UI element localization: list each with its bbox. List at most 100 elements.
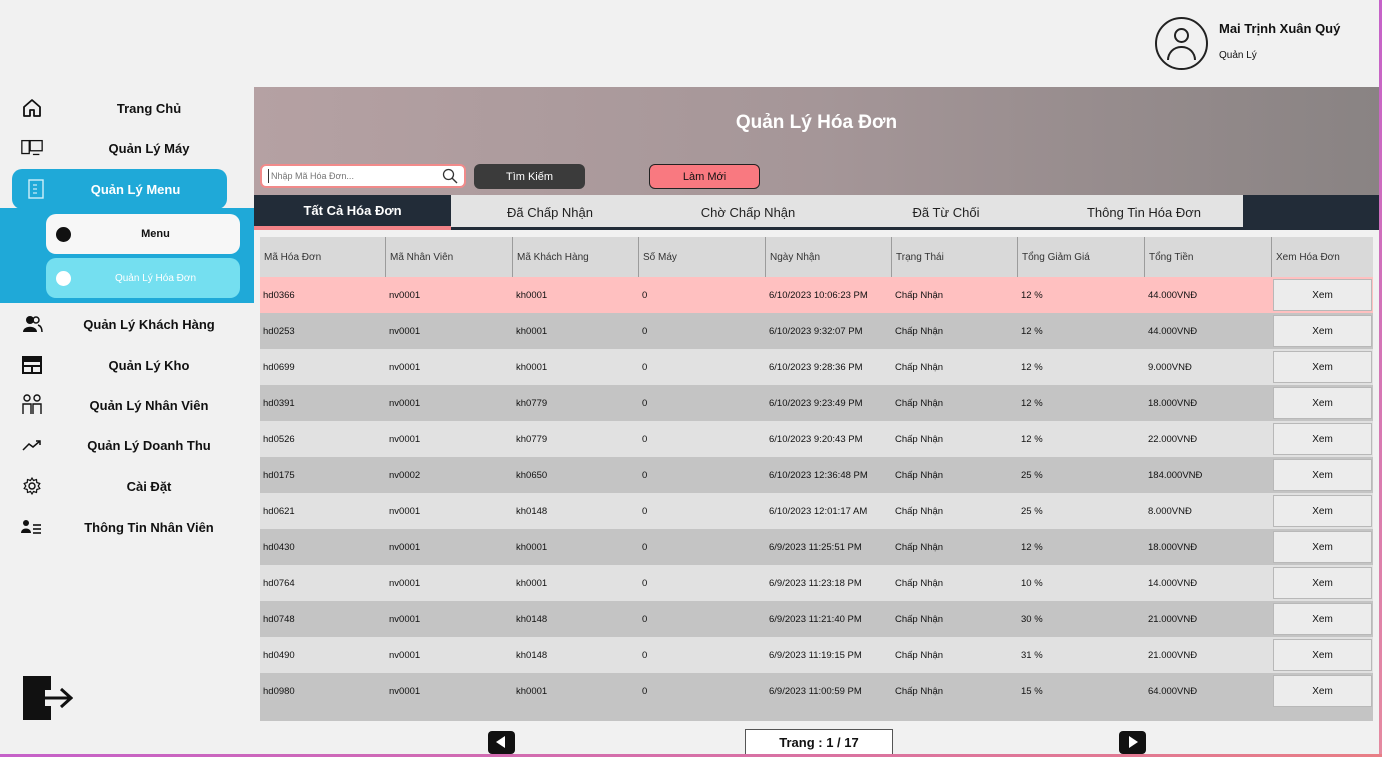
bullet-icon — [56, 270, 71, 286]
table-cell: hd0430 — [263, 541, 295, 553]
table-cell: hd0764 — [263, 577, 295, 589]
table-cell: 18.000VNĐ — [1148, 541, 1198, 553]
view-invoice-button[interactable]: Xem — [1273, 387, 1372, 419]
table-cell: Chấp Nhận — [895, 289, 944, 301]
view-invoice-button[interactable]: Xem — [1273, 531, 1372, 563]
sidebar-item-warehouse[interactable]: Quản Lý Kho — [0, 347, 254, 383]
table-cell: hd0366 — [263, 289, 295, 301]
table-cell: 21.000VNĐ — [1148, 649, 1198, 661]
table-cell: hd0699 — [263, 361, 295, 373]
sidebar-item-label: Trang Chủ — [116, 100, 182, 116]
table-cell: kh0779 — [516, 433, 548, 445]
table-cell: 0 — [642, 685, 648, 697]
table-cell: kh0001 — [516, 361, 548, 373]
table-row[interactable]: hd0253 nv0001 kh0001 0 6/10/2023 9:32:07 PM C… — [260, 313, 1373, 349]
view-invoice-button[interactable]: Xem — [1273, 495, 1372, 527]
staff-icon — [20, 393, 44, 417]
sidebar-item-label: Quản Lý Khách Hàng — [83, 316, 215, 332]
home-icon — [20, 96, 44, 120]
table-cell: 12 % — [1021, 325, 1043, 337]
sidebar-item-profile[interactable]: Thông Tin Nhân Viên — [0, 509, 254, 545]
table-cell: 6/10/2023 9:23:49 PM — [769, 397, 863, 409]
sidebar-item-menu[interactable]: Quản Lý Menu — [12, 169, 227, 209]
tab-pending[interactable]: Chờ Chấp Nhận — [649, 195, 847, 230]
next-page-button[interactable] — [1119, 731, 1146, 754]
sidebar-item-home[interactable]: Trang Chủ — [0, 90, 254, 126]
column-header[interactable]: Tổng Tiền — [1145, 237, 1272, 277]
table-header: Mã Hóa Đơn Mã Nhân Viên Mã Khách Hàng Số… — [260, 237, 1373, 277]
submenu-item-menu[interactable]: Menu — [46, 214, 240, 254]
column-header[interactable]: Xem Hóa Đơn — [1272, 237, 1373, 277]
table-row[interactable]: hd0490 nv0001 kh0148 0 6/9/2023 11:19:15 PM C… — [260, 637, 1373, 673]
tab-rejected[interactable]: Đã Từ Chối — [847, 195, 1045, 230]
main-panel: Quản Lý Hóa Đơn Tìm Kiếm Làm Mới Tất Cả … — [254, 87, 1379, 754]
search-input[interactable] — [268, 169, 438, 183]
table-cell: Chấp Nhận — [895, 361, 944, 373]
sidebar-item-settings[interactable]: Cài Đặt — [0, 468, 254, 504]
table-row[interactable]: hd0748 nv0001 kh0148 0 6/9/2023 11:21:40 PM C… — [260, 601, 1373, 637]
table-cell: 44.000VNĐ — [1148, 325, 1198, 337]
table-cell: 0 — [642, 325, 648, 337]
user-avatar-icon[interactable] — [1155, 17, 1208, 70]
table-cell: 6/10/2023 9:20:43 PM — [769, 433, 863, 445]
column-header[interactable]: Tổng Giảm Giá — [1018, 237, 1145, 277]
tab-accepted[interactable]: Đã Chấp Nhận — [451, 195, 649, 230]
sidebar-item-label: Quản Lý Nhân Viên — [89, 397, 209, 413]
table-cell: 6/10/2023 12:36:48 PM — [769, 469, 868, 481]
view-invoice-button[interactable]: Xem — [1273, 459, 1372, 491]
refresh-button[interactable]: Làm Mới — [649, 164, 760, 189]
sidebar-item-label: Quản Lý Menu — [90, 181, 181, 197]
table-cell: 10 % — [1021, 577, 1043, 589]
header-band: Quản Lý Hóa Đơn Tìm Kiếm Làm Mới — [254, 87, 1379, 195]
sidebar-item-customers[interactable]: Quản Lý Khách Hàng — [0, 306, 254, 342]
sidebar-item-staff[interactable]: Quản Lý Nhân Viên — [0, 387, 254, 423]
submenu-item-invoices[interactable]: Quản Lý Hóa Đơn — [46, 258, 240, 298]
table-row[interactable]: hd0430 nv0001 kh0001 0 6/9/2023 11:25:51 PM C… — [260, 529, 1373, 565]
table-row[interactable]: hd0366 nv0001 kh0001 0 6/10/2023 10:06:23 PM… — [260, 277, 1373, 313]
table-cell: 0 — [642, 505, 648, 517]
table-cell: Chấp Nhận — [895, 433, 944, 445]
search-icon[interactable] — [442, 168, 458, 184]
table-row[interactable]: hd0391 nv0001 kh0779 0 6/10/2023 9:23:49 PM C… — [260, 385, 1373, 421]
column-header[interactable]: Trạng Thái — [892, 237, 1018, 277]
tab-invoice-info[interactable]: Thông Tin Hóa Đơn — [1045, 195, 1243, 230]
view-invoice-button[interactable]: Xem — [1273, 351, 1372, 383]
view-invoice-button[interactable]: Xem — [1273, 315, 1372, 347]
table-cell: Chấp Nhận — [895, 505, 944, 517]
view-invoice-button[interactable]: Xem — [1273, 423, 1372, 455]
column-header[interactable]: Mã Hóa Đơn — [260, 237, 386, 277]
table-cell: Chấp Nhận — [895, 613, 944, 625]
prev-page-button[interactable] — [488, 731, 515, 754]
view-invoice-button[interactable]: Xem — [1273, 639, 1372, 671]
table-cell: Chấp Nhận — [895, 397, 944, 409]
table-row[interactable]: hd0621 nv0001 kh0148 0 6/10/2023 12:01:17 AM… — [260, 493, 1373, 529]
sidebar-item-machines[interactable]: Quản Lý Máy — [0, 130, 254, 166]
column-header[interactable]: Mã Nhân Viên — [386, 237, 513, 277]
table-cell: hd0980 — [263, 685, 295, 697]
table-cell: 12 % — [1021, 433, 1043, 445]
tab-all-invoices[interactable]: Tất Cả Hóa Đơn — [254, 195, 451, 230]
table-cell: 30 % — [1021, 613, 1043, 625]
logout-icon[interactable] — [21, 674, 74, 722]
column-header[interactable]: Mã Khách Hàng — [513, 237, 639, 277]
view-invoice-button[interactable]: Xem — [1273, 603, 1372, 635]
table-cell: nv0002 — [389, 469, 421, 481]
user-name: Mai Trịnh Xuân Quý — [1219, 21, 1341, 36]
table-row[interactable]: hd0699 nv0001 kh0001 0 6/10/2023 9:28:36 PM C… — [260, 349, 1373, 385]
table-row[interactable]: hd0980 nv0001 kh0001 0 6/9/2023 11:00:59 PM C… — [260, 673, 1373, 709]
table-cell: hd0748 — [263, 613, 295, 625]
table-row[interactable]: hd0175 nv0002 kh0650 0 6/10/2023 12:36:48 PM… — [260, 457, 1373, 493]
view-invoice-button[interactable]: Xem — [1273, 279, 1372, 311]
view-invoice-button[interactable]: Xem — [1273, 567, 1372, 599]
column-header[interactable]: Ngày Nhận — [766, 237, 892, 277]
view-invoice-button[interactable]: Xem — [1273, 675, 1372, 707]
sidebar-item-revenue[interactable]: Quản Lý Doanh Thu — [0, 427, 254, 463]
table-row[interactable]: hd0764 nv0001 kh0001 0 6/9/2023 11:23:18 PM C… — [260, 565, 1373, 601]
column-header[interactable]: Số Máy — [639, 237, 766, 277]
table-cell: 0 — [642, 361, 648, 373]
search-button[interactable]: Tìm Kiếm — [474, 164, 585, 189]
table-cell: hd0253 — [263, 325, 295, 337]
computer-icon — [20, 136, 44, 160]
table-row[interactable]: hd0526 nv0001 kh0779 0 6/10/2023 9:20:43 PM C… — [260, 421, 1373, 457]
table-cell: Chấp Nhận — [895, 577, 944, 589]
